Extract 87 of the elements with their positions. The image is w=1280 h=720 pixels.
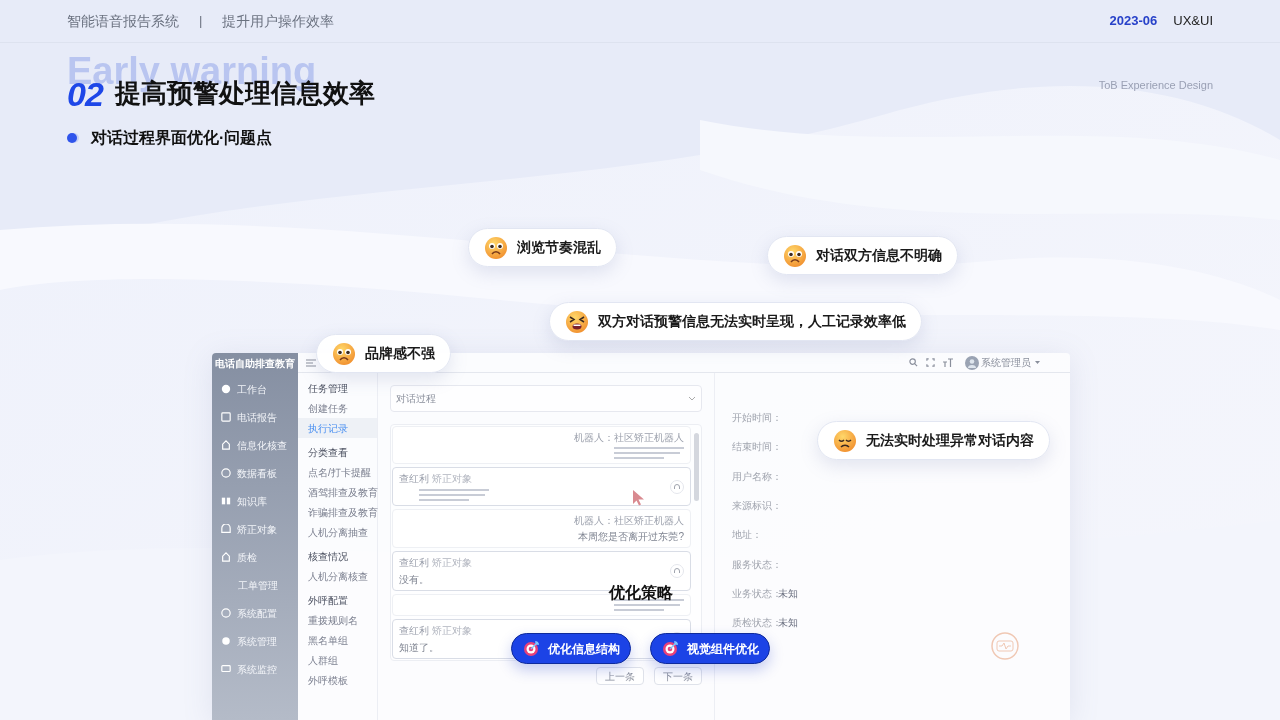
speaker-label: 查红利 xyxy=(399,624,429,638)
submenu-item[interactable]: 重拨规则名 xyxy=(298,610,377,630)
dropdown-field[interactable]: 对话过程 xyxy=(390,385,702,412)
caret-icon xyxy=(1035,361,1040,364)
search-icon[interactable] xyxy=(909,358,918,367)
menu-icon[interactable] xyxy=(306,358,316,367)
user-name[interactable]: 系统管理员 xyxy=(981,355,1031,370)
house-icon xyxy=(221,440,231,450)
submenu-item[interactable]: 人群组 xyxy=(298,650,377,670)
strategy-button[interactable]: 优化信息结构 xyxy=(511,633,631,664)
submenu-item[interactable]: 创建任务 xyxy=(298,398,377,418)
role-label: 矫正对象 xyxy=(432,556,472,570)
chat-pulse-icon[interactable] xyxy=(990,631,1020,662)
cursor-icon xyxy=(633,490,645,506)
target-icon xyxy=(522,640,540,657)
issue-bubble: 对话双方信息不明确 xyxy=(767,236,958,275)
pager-button[interactable]: 上一条 xyxy=(596,667,644,685)
sidebar-item[interactable]: 质检 xyxy=(212,543,298,571)
submenu-heading: 外呼配置 xyxy=(307,593,349,608)
subtitle: 对话过程界面优化·问题点 xyxy=(91,128,273,148)
sad-emoji-icon xyxy=(833,428,857,453)
speaker-label: 查红利 xyxy=(399,556,429,570)
sidebar-subitem[interactable]: 工单管理 xyxy=(212,571,298,599)
headphones-icon[interactable] xyxy=(670,564,684,578)
sidebar-item[interactable]: 系统监控 xyxy=(212,655,298,683)
message-text: 本周您是否离开过东莞? xyxy=(578,530,684,544)
submenu-item[interactable]: 人机分离抽查 xyxy=(298,522,377,542)
bullet-icon xyxy=(67,132,79,144)
speaker-label: 机器人：社区矫正机器人 xyxy=(574,514,684,528)
tag-text: UX&UI xyxy=(1173,12,1213,31)
house-icon xyxy=(221,552,231,562)
submenu-item[interactable]: 点名/打卡提醒 xyxy=(298,462,377,482)
separator: | xyxy=(199,12,203,31)
circle-icon xyxy=(221,468,231,478)
topic-text: 提升用户操作效率 xyxy=(222,11,335,31)
role-label: 矫正对象 xyxy=(432,624,472,638)
scrollbar[interactable] xyxy=(694,433,699,501)
message-text: 没有。 xyxy=(399,573,429,587)
font-size-icon[interactable] xyxy=(943,358,953,367)
field-value: 未知 xyxy=(778,616,798,631)
sidebar-item[interactable]: 电话报告 xyxy=(212,403,298,431)
report-icon xyxy=(221,412,231,422)
role-label: 矫正对象 xyxy=(432,472,472,486)
issue-bubble: 浏览节奏混乱 xyxy=(468,228,617,267)
circle-icon xyxy=(221,608,231,618)
submenu-heading: 分类查看 xyxy=(307,445,349,460)
sidebar-item[interactable]: 数据看板 xyxy=(212,459,298,487)
app-brand: 电话自助排查教育 xyxy=(214,356,296,371)
sidebar-item[interactable]: 知识库 xyxy=(212,487,298,515)
fullscreen-icon[interactable] xyxy=(926,358,935,367)
worried-emoji-icon xyxy=(484,235,508,260)
submenu-item[interactable]: 酒驾排查及教育 xyxy=(298,482,377,502)
tired-emoji-icon xyxy=(565,309,589,334)
sidebar-item[interactable]: 信息化核查 xyxy=(212,431,298,459)
sidebar-item[interactable]: 矫正对象 xyxy=(212,515,298,543)
target-icon xyxy=(661,640,679,657)
arch-icon xyxy=(221,524,231,534)
tagline: ToB Experience Design xyxy=(1098,78,1213,93)
worried-emoji-icon xyxy=(332,341,356,366)
issue-bubble: 双方对话预警信息无法实时呈现，人工记录效率低 xyxy=(549,302,922,341)
chevron-icon xyxy=(688,396,696,401)
strategy-title: 优化策略 xyxy=(609,583,673,603)
submenu-item[interactable]: 外呼模板 xyxy=(298,670,377,690)
submenu-item[interactable]: 执行记录 xyxy=(298,418,377,438)
speaker-label: 查红利 xyxy=(399,472,429,486)
issue-bubble: 品牌感不强 xyxy=(316,334,451,373)
submenu-item[interactable]: 人机分离核查 xyxy=(298,566,377,586)
avatar-icon[interactable] xyxy=(965,355,979,370)
submenu-item[interactable]: 诈骗排查及教育 xyxy=(298,502,377,522)
submenu-heading: 核查情况 xyxy=(307,549,349,564)
issue-bubble: 无法实时处理异常对话内容 xyxy=(817,421,1050,460)
field-label: 地址： xyxy=(732,528,763,543)
submenu-item[interactable]: 黑名单组 xyxy=(298,630,377,650)
worried-emoji-icon xyxy=(783,243,807,268)
strategy-button[interactable]: 视觉组件优化 xyxy=(650,633,770,664)
pager-button[interactable]: 下一条 xyxy=(654,667,702,685)
headphones-icon[interactable] xyxy=(670,479,684,494)
submenu-heading: 任务管理 xyxy=(307,381,349,396)
speaker-label: 机器人：社区矫正机器人 xyxy=(574,431,684,445)
date-text: 2023-06 xyxy=(1109,12,1158,31)
field-value: 未知 xyxy=(778,586,798,601)
monitor-icon xyxy=(221,664,231,674)
sidebar-item[interactable]: 工作台 xyxy=(212,375,298,403)
project-name: 智能语音报告系统 xyxy=(67,11,179,31)
message-text: 知道了。 xyxy=(399,641,439,655)
sidebar-item[interactable]: 系统配置 xyxy=(212,599,298,627)
sidebar-item[interactable]: 系统管理 xyxy=(212,627,298,655)
